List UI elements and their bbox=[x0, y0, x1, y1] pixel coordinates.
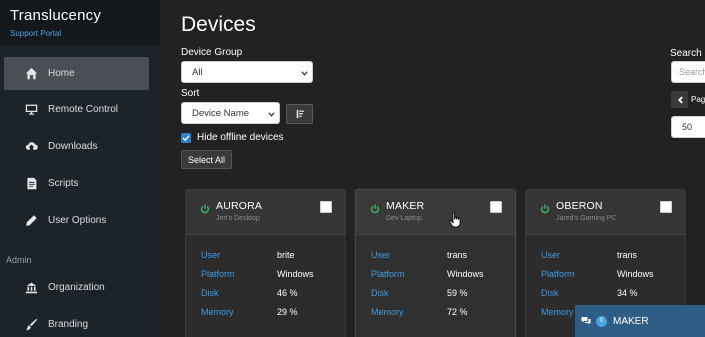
device-name: AURORA bbox=[216, 200, 263, 212]
brush-icon bbox=[24, 318, 38, 332]
sidebar-item-user-options[interactable]: User Options bbox=[4, 204, 149, 237]
device-alias: Jen's Desktop bbox=[216, 215, 260, 222]
device-name: OBERON bbox=[556, 200, 603, 212]
chat-device-name: MAKER bbox=[613, 315, 649, 327]
field-label: Disk bbox=[371, 288, 389, 298]
hide-offline-label: Hide offline devices bbox=[197, 132, 284, 143]
chat-unread-badge: 0 bbox=[596, 315, 607, 327]
sidebar-item-label: Remote Control bbox=[48, 104, 119, 115]
sidebar-item-label: Scripts bbox=[48, 178, 79, 189]
field-value: 34 % bbox=[617, 288, 638, 298]
app-window: Translucency Support Portal Home Remote … bbox=[0, 0, 705, 337]
sidebar-item-label: Downloads bbox=[48, 141, 98, 152]
field-value: 46 % bbox=[277, 288, 298, 298]
page-label: Page bbox=[691, 95, 705, 104]
device-group-select[interactable]: All bbox=[181, 61, 313, 83]
select-all-button[interactable]: Select All bbox=[181, 150, 233, 169]
field-label: Platform bbox=[201, 269, 235, 279]
checkmark-icon bbox=[182, 134, 190, 141]
sort-value: Device Name bbox=[192, 107, 250, 119]
previous-page-button[interactable] bbox=[671, 91, 688, 108]
power-icon bbox=[540, 201, 550, 214]
chevron-down-icon bbox=[301, 69, 308, 76]
main-content: Devices Device Group All Sort Device Nam… bbox=[160, 0, 705, 337]
field-value: 29 % bbox=[277, 307, 298, 317]
sidebar-item-label: Home bbox=[48, 68, 75, 79]
brand-header: Translucency Support Portal bbox=[0, 0, 160, 45]
field-label: User bbox=[541, 250, 561, 260]
device-card-maker[interactable]: MAKER Dev Laptop User trans Platform Windo… bbox=[355, 189, 516, 337]
hand-cursor-icon bbox=[449, 212, 461, 228]
field-value: trans bbox=[447, 250, 468, 260]
field-label: User bbox=[201, 250, 221, 260]
device-select-checkbox[interactable] bbox=[660, 201, 672, 213]
page-title: Devices bbox=[181, 13, 256, 36]
device-alias: Dev Laptop bbox=[386, 215, 422, 222]
field-label: Platform bbox=[541, 269, 575, 279]
sidebar-item-label: User Options bbox=[48, 215, 107, 226]
device-card-header: MAKER Dev Laptop bbox=[356, 190, 515, 235]
device-group-value: All bbox=[192, 66, 203, 78]
device-card-header: AURORA Jen's Desktop bbox=[186, 190, 345, 235]
support-portal-link[interactable]: Support Portal bbox=[10, 29, 61, 38]
sidebar-item-branding[interactable]: Branding bbox=[4, 308, 149, 337]
page-size-input[interactable]: 50 bbox=[671, 116, 705, 138]
sort-label: Sort bbox=[181, 88, 200, 99]
pencil-icon bbox=[24, 214, 38, 228]
sidebar-item-downloads[interactable]: Downloads bbox=[4, 130, 149, 163]
sidebar-item-scripts[interactable]: Scripts bbox=[4, 167, 149, 200]
device-name: MAKER bbox=[386, 200, 425, 212]
chat-icon bbox=[581, 316, 591, 326]
device-card-aurora[interactable]: AURORA Jen's Desktop User brite Platform W… bbox=[185, 189, 346, 337]
sort-direction-button[interactable] bbox=[286, 104, 313, 124]
hide-offline-toggle[interactable]: Hide offline devices bbox=[181, 132, 284, 143]
cloud-download-icon bbox=[24, 140, 38, 154]
device-card-header: OBERON Jared's Gaming PC bbox=[526, 190, 685, 235]
chevron-left-icon bbox=[677, 96, 683, 103]
monitor-icon bbox=[24, 103, 38, 117]
sidebar-item-remote-control[interactable]: Remote Control bbox=[4, 93, 149, 126]
device-select-checkbox[interactable] bbox=[320, 201, 332, 213]
hide-offline-checkbox[interactable] bbox=[181, 132, 191, 143]
field-value: trans bbox=[617, 250, 638, 260]
field-label: User bbox=[371, 250, 391, 260]
search-input[interactable]: Search bbox=[671, 61, 705, 83]
field-value: 72 % bbox=[447, 307, 468, 317]
sort-select[interactable]: Device Name bbox=[181, 102, 280, 124]
power-icon bbox=[200, 201, 210, 214]
field-value: 59 % bbox=[447, 288, 468, 298]
brand-title[interactable]: Translucency bbox=[10, 7, 101, 24]
sort-order-icon bbox=[296, 109, 304, 119]
search-label: Search bbox=[670, 48, 702, 59]
field-value: brite bbox=[277, 250, 295, 260]
field-value: Windows bbox=[617, 269, 654, 279]
field-label: Disk bbox=[201, 288, 219, 298]
field-label: Disk bbox=[541, 288, 559, 298]
field-value: Windows bbox=[277, 269, 314, 279]
field-value: Windows bbox=[447, 269, 484, 279]
sidebar-item-organization[interactable]: Organization bbox=[4, 271, 149, 304]
sidebar-item-label: Organization bbox=[48, 282, 105, 293]
sidebar-item-label: Branding bbox=[48, 319, 89, 330]
sidebar: Translucency Support Portal Home Remote … bbox=[0, 0, 160, 337]
scripts-icon bbox=[24, 177, 38, 191]
field-label: Memory bbox=[201, 307, 234, 317]
organization-icon bbox=[24, 281, 38, 295]
device-group-label: Device Group bbox=[181, 47, 243, 58]
chat-session-tab[interactable]: 0 MAKER bbox=[575, 305, 705, 337]
device-alias: Jared's Gaming PC bbox=[556, 215, 617, 222]
power-icon bbox=[370, 201, 380, 214]
home-icon bbox=[24, 67, 38, 81]
chevron-down-icon bbox=[268, 110, 275, 117]
device-select-checkbox[interactable] bbox=[490, 201, 502, 213]
field-label: Memory bbox=[371, 307, 404, 317]
admin-section-heading: Admin bbox=[6, 255, 32, 265]
sidebar-item-home[interactable]: Home bbox=[4, 57, 149, 90]
field-label: Platform bbox=[371, 269, 405, 279]
